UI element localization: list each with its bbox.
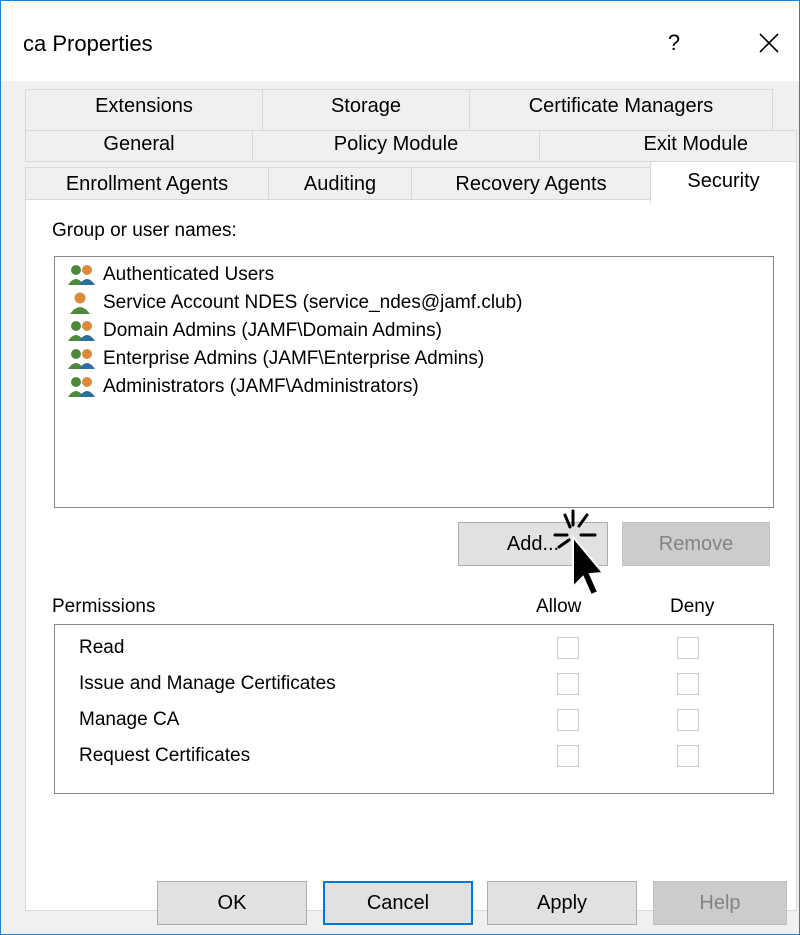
apply-button[interactable]: Apply xyxy=(487,881,637,925)
title-bar: ca Properties ? xyxy=(1,1,799,81)
user-listbox[interactable]: Authenticated Users Service Account NDES… xyxy=(54,256,774,508)
manage-ca-allow-checkbox[interactable] xyxy=(557,709,579,731)
mouse-cursor-icon xyxy=(521,507,611,607)
ok-button[interactable]: OK xyxy=(157,881,307,925)
permission-label: Read xyxy=(79,637,125,658)
list-item[interactable]: Service Account NDES (service_ndes@jamf.… xyxy=(67,289,523,317)
user-icon xyxy=(67,291,97,315)
permissions-label: Permissions xyxy=(52,596,156,617)
list-item-label: Service Account NDES (service_ndes@jamf.… xyxy=(103,292,523,313)
user-group-icon xyxy=(67,347,97,371)
tab-label: Extensions xyxy=(95,95,193,117)
tab-general[interactable]: General xyxy=(25,130,253,162)
tab-label: Storage xyxy=(330,95,402,117)
tab-label: Policy Module xyxy=(333,133,459,155)
deny-column-header: Deny xyxy=(670,596,715,617)
tab-certificate-managers[interactable]: Certificate Managers xyxy=(469,89,773,131)
properties-dialog: ca Properties ? Extensions Storage Certi… xyxy=(0,0,800,935)
tab-label: Recovery Agents xyxy=(455,173,607,195)
permission-label: Manage CA xyxy=(79,709,180,730)
help-button-footer[interactable]: Help xyxy=(653,881,787,925)
read-allow-checkbox[interactable] xyxy=(557,637,579,659)
tab-enrollment-agents[interactable]: Enrollment Agents xyxy=(25,167,269,201)
issue-manage-allow-checkbox[interactable] xyxy=(557,673,579,695)
list-item[interactable]: Administrators (JAMF\Administrators) xyxy=(67,373,419,401)
tab-security[interactable]: Security xyxy=(650,161,797,203)
tab-label: Certificate Managers xyxy=(528,95,714,117)
user-group-icon xyxy=(67,263,97,287)
security-panel: Group or user names: Authenticated Users… xyxy=(25,199,797,911)
tab-label: Enrollment Agents xyxy=(65,173,229,195)
issue-manage-deny-checkbox[interactable] xyxy=(677,673,699,695)
list-item-label: Domain Admins (JAMF\Domain Admins) xyxy=(103,320,442,341)
tab-label: General xyxy=(103,133,175,155)
list-item[interactable]: Enterprise Admins (JAMF\Enterprise Admin… xyxy=(67,345,484,373)
permission-row: Issue and Manage Certificates xyxy=(79,669,336,699)
user-group-icon xyxy=(67,319,97,343)
list-item[interactable]: Authenticated Users xyxy=(67,261,274,289)
list-item-label: Authenticated Users xyxy=(103,264,275,285)
tab-label: Auditing xyxy=(303,173,377,195)
cancel-button[interactable]: Cancel xyxy=(323,881,473,925)
user-group-icon xyxy=(67,375,97,399)
tab-label: Security xyxy=(687,170,760,192)
read-deny-checkbox[interactable] xyxy=(677,637,699,659)
close-icon[interactable] xyxy=(753,27,785,59)
tab-extensions[interactable]: Extensions xyxy=(25,89,263,131)
permission-row: Manage CA xyxy=(79,705,179,735)
list-item[interactable]: Domain Admins (JAMF\Domain Admins) xyxy=(67,317,442,345)
list-item-label: Enterprise Admins (JAMF\Enterprise Admin… xyxy=(103,348,485,369)
help-button[interactable]: ? xyxy=(659,27,689,59)
permission-label: Issue and Manage Certificates xyxy=(79,673,336,694)
list-item-label: Administrators (JAMF\Administrators) xyxy=(103,376,419,397)
tab-policy-module[interactable]: Policy Module xyxy=(252,130,540,162)
permission-row: Request Certificates xyxy=(79,741,250,771)
tab-exit-module[interactable]: Exit Module xyxy=(539,130,797,162)
tab-auditing[interactable]: Auditing xyxy=(268,167,412,201)
permission-row: Read xyxy=(79,633,124,663)
manage-ca-deny-checkbox[interactable] xyxy=(677,709,699,731)
remove-button[interactable]: Remove xyxy=(622,522,770,566)
permission-label: Request Certificates xyxy=(79,745,251,766)
tab-label: Exit Module xyxy=(643,133,749,155)
permissions-list: Read Issue and Manage Certificates Manag… xyxy=(54,624,774,794)
request-certs-allow-checkbox[interactable] xyxy=(557,745,579,767)
request-certs-deny-checkbox[interactable] xyxy=(677,745,699,767)
window-title: ca Properties xyxy=(23,31,153,56)
group-label: Group or user names: xyxy=(52,220,237,241)
tab-storage[interactable]: Storage xyxy=(262,89,470,131)
dialog-content: Extensions Storage Certificate Managers … xyxy=(1,81,799,934)
tab-recovery-agents[interactable]: Recovery Agents xyxy=(411,167,651,201)
